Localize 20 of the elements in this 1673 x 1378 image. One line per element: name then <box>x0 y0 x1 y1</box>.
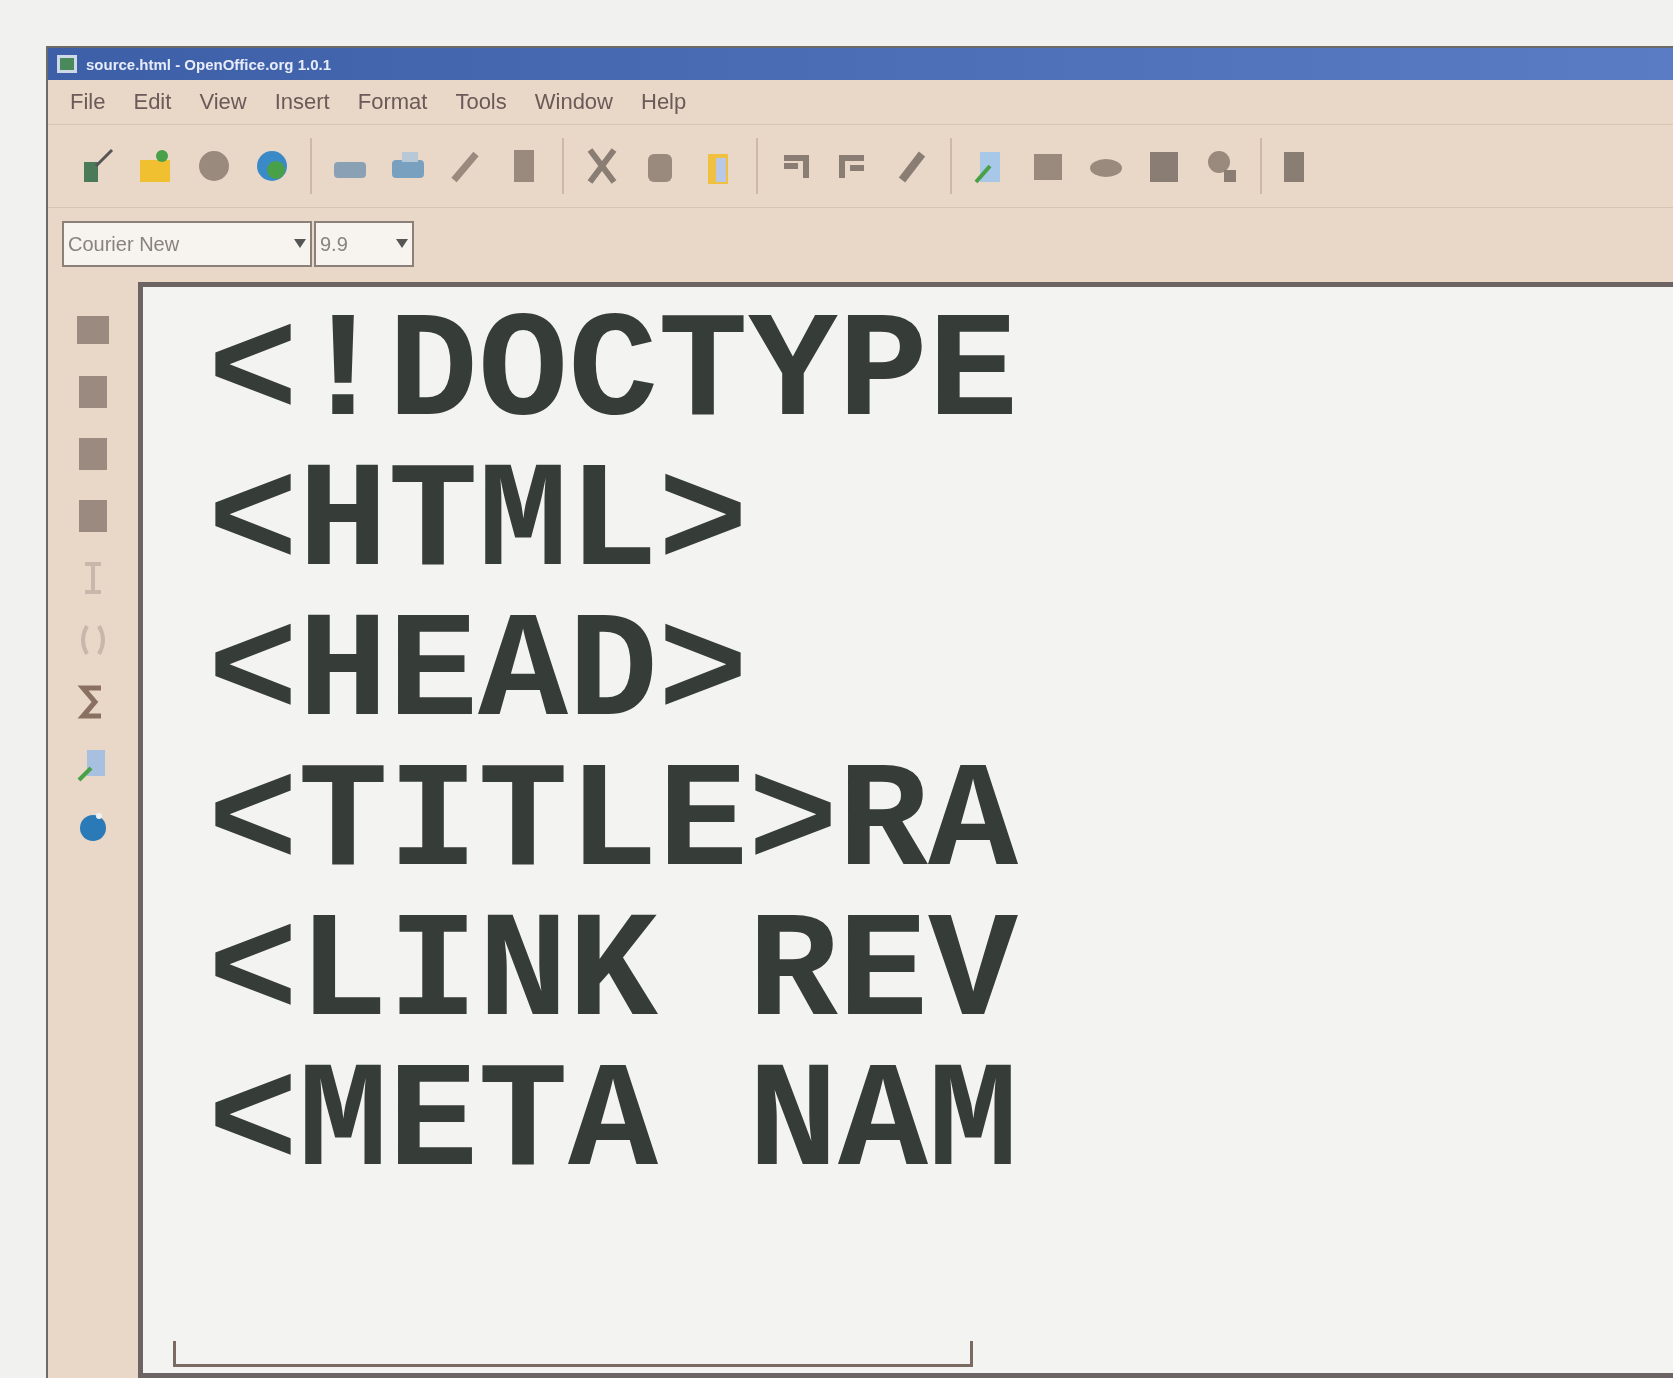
app-icon <box>56 54 78 74</box>
caret-icon <box>396 239 408 249</box>
window-title: source.html - OpenOffice.org 1.0.1 <box>86 55 332 73</box>
code-line: <HTML> <box>208 449 749 599</box>
code-line: <TITLE>RA <box>208 749 1019 899</box>
code-line: <!DOCTYPE <box>208 299 1019 449</box>
menu-item[interactable]: Window <box>534 89 613 115</box>
menu-item[interactable]: Insert <box>274 89 330 115</box>
menu-item[interactable]: File <box>70 89 106 115</box>
menu-item[interactable]: Help <box>641 89 687 115</box>
code-line: <META NAM <box>208 1049 1019 1199</box>
menu-item[interactable]: View <box>199 89 247 115</box>
menu-item[interactable]: Edit <box>133 89 172 115</box>
menu-item[interactable]: Tools <box>455 89 507 115</box>
menu-item[interactable]: Format <box>357 89 428 115</box>
font-name-dropdown[interactable]: Courier New <box>62 221 312 267</box>
code-line: <HEAD> <box>208 599 749 749</box>
font-size-dropdown[interactable]: 9.9 <box>314 221 414 267</box>
code-line: <LINK REV <box>208 899 1019 1049</box>
caret-icon <box>294 239 306 249</box>
